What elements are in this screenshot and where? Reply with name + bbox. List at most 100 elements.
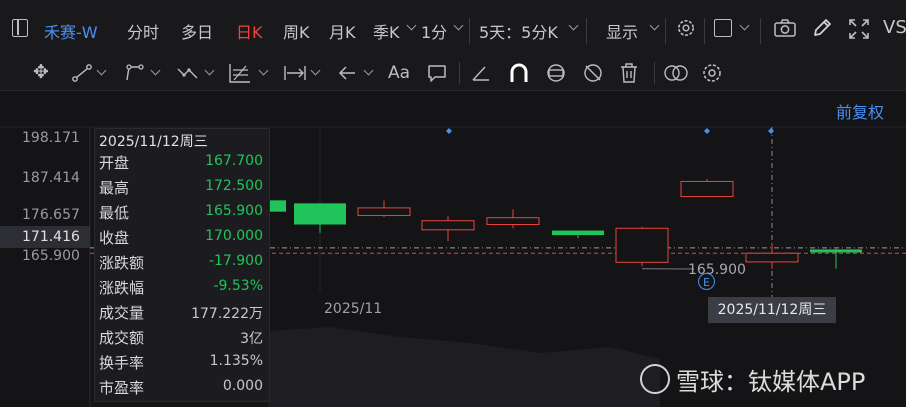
info-row: 涨跌额 -17.900 (99, 252, 265, 277)
tab-daily-k[interactable]: 日K (236, 19, 263, 43)
info-row-label: 市盈率 (99, 379, 145, 397)
chevron-down-icon[interactable] (568, 20, 579, 31)
chevron-down-icon[interactable] (649, 20, 660, 31)
candle-body (615, 227, 669, 263)
info-row-label: 涨跌幅 (99, 279, 145, 297)
info-row-value: -9.53% (213, 278, 263, 294)
y-tick-label: 165.900 (22, 248, 80, 264)
candle-body (294, 203, 346, 225)
drawing-toolbar: ✥ Aa (0, 56, 906, 91)
x-tick-label: 2025/11 (324, 301, 383, 317)
info-row-value: 165.900 (205, 203, 263, 219)
magnet-icon[interactable] (508, 62, 530, 84)
tab-multiday[interactable]: 多日 (181, 19, 213, 43)
info-row-label: 成交量 (99, 304, 145, 322)
vs-button[interactable]: VS (883, 17, 906, 38)
event-dot-icon (704, 128, 710, 134)
info-row: 开盘 167.700 (99, 152, 265, 177)
info-row-label: 最低 (99, 204, 130, 222)
camera-icon[interactable] (774, 19, 796, 37)
y-tick-label: 198.171 (22, 130, 80, 146)
event-dot-icon (768, 128, 774, 134)
divider (654, 62, 655, 84)
chevron-down-icon[interactable] (150, 65, 161, 76)
fullscreen-icon[interactable] (848, 18, 870, 40)
info-row: 市盈率 0.000 (99, 377, 265, 402)
divider (665, 18, 666, 44)
candle-body (680, 180, 734, 198)
candle-body (810, 249, 862, 253)
watermark: 雪球：钛媒体APP (640, 362, 865, 397)
chevron-down-icon[interactable] (406, 20, 417, 31)
info-row-value: 167.700 (205, 153, 263, 169)
pencil-icon[interactable] (812, 18, 832, 38)
info-row-value: 3亿 (240, 331, 263, 347)
event-dot-icon (446, 128, 452, 134)
divider (704, 18, 705, 44)
settings-gear-icon[interactable] (676, 18, 696, 38)
low-price-label: 165.900 (688, 262, 746, 278)
wave-tool-icon[interactable] (176, 63, 200, 83)
tab-monthly-k[interactable]: 月K (329, 19, 356, 43)
minute-select[interactable]: 1分 (421, 19, 447, 43)
candle-body (357, 207, 411, 216)
polyline-tool-icon[interactable] (124, 63, 146, 83)
info-row-value: 1.135% (209, 353, 263, 369)
tab-intraday[interactable]: 分时 (127, 19, 159, 43)
info-row: 最高 172.500 (99, 177, 265, 202)
chevron-down-icon[interactable] (453, 20, 464, 31)
chart-settings-icon[interactable] (701, 62, 723, 84)
compare-checkbox[interactable] (714, 19, 732, 37)
info-row-value: 177.222万 (191, 306, 263, 322)
volume-area (268, 327, 660, 407)
info-row: 涨跌幅 -9.53% (99, 277, 265, 302)
display-menu[interactable]: 显示 (606, 19, 638, 43)
arrow-left-icon[interactable] (337, 64, 357, 82)
sidebar-toggle-icon[interactable] (12, 19, 28, 37)
candle-body (421, 220, 475, 231)
chevron-down-icon[interactable] (204, 65, 215, 76)
info-row-label: 最高 (99, 179, 130, 197)
info-row: 成交量 177.222万 (99, 302, 265, 327)
event-marker-icon[interactable]: E (698, 273, 715, 290)
hide-drawing-icon[interactable] (582, 62, 604, 84)
main-toolbar: 禾赛-W 分时 多日 日K 周K 月K 季K 1分 5天：5分K 显示 VS (0, 0, 906, 56)
chevron-down-icon[interactable] (310, 65, 321, 76)
watermark-logo-icon (640, 364, 670, 394)
comment-icon[interactable] (427, 63, 447, 83)
info-row: 收盘 170.000 (99, 227, 265, 252)
info-row-label: 收盘 (99, 229, 130, 247)
ohlc-info-panel: 2025/11/12周三 开盘 167.700 最高 172.500 最低 165.900… (94, 128, 270, 402)
info-row: 最低 165.900 (99, 202, 265, 227)
info-row-value: 0.000 (222, 378, 263, 394)
info-row: 换手率 1.135% (99, 352, 265, 377)
divider (586, 18, 587, 44)
tab-quarterly-k[interactable]: 季K (373, 19, 400, 43)
candle-body (552, 230, 604, 236)
line-tool-icon[interactable] (71, 63, 93, 83)
y-tick-label: 176.657 (22, 207, 80, 223)
chevron-down-icon[interactable] (363, 65, 374, 76)
info-row-label: 成交额 (99, 329, 145, 347)
info-date: 2025/11/12周三 (99, 134, 208, 150)
text-tool-icon[interactable]: Aa (388, 63, 410, 83)
tab-weekly-k[interactable]: 周K (283, 19, 310, 43)
angle-tool-icon[interactable] (471, 64, 491, 82)
divider (469, 18, 470, 44)
fibonacci-tool-icon[interactable] (228, 62, 252, 84)
range-measure-icon[interactable] (283, 64, 307, 82)
y-tick-label: 187.414 (22, 170, 80, 186)
trash-icon[interactable] (620, 63, 638, 83)
chevron-down-icon[interactable] (739, 20, 750, 31)
range-select[interactable]: 5天：5分K (479, 19, 558, 43)
candle-body (486, 217, 540, 226)
chevron-down-icon[interactable] (96, 65, 107, 76)
move-icon[interactable]: ✥ (33, 62, 49, 82)
overlay-compare-icon[interactable] (663, 64, 689, 82)
crosshair-date-label: 2025/11/12周三 (708, 297, 836, 323)
candle-body (745, 252, 799, 263)
info-row-value: -17.900 (208, 253, 263, 269)
lock-drawing-icon[interactable] (545, 62, 567, 84)
stock-name[interactable]: 禾赛-W (44, 19, 98, 43)
chevron-down-icon[interactable] (258, 65, 269, 76)
